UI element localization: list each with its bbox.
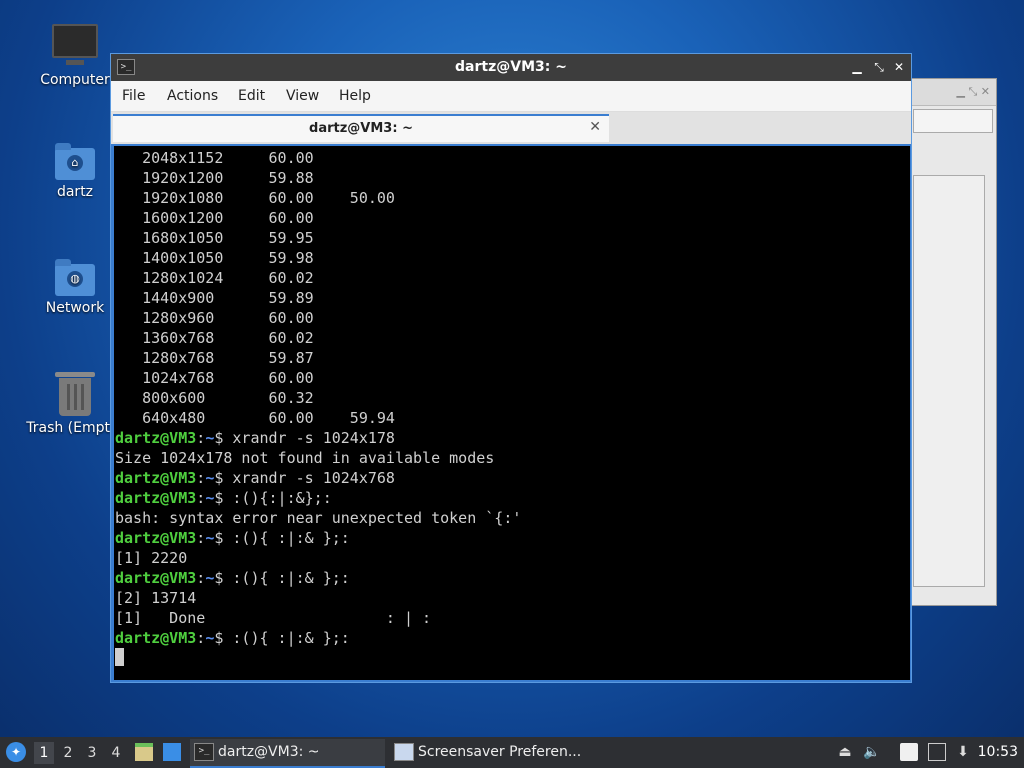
prompt-user: dartz@VM3 <box>115 429 197 447</box>
mode-line: 1360x768 60.02 <box>115 329 314 347</box>
task-screensaver[interactable]: Screensaver Preferen... <box>390 739 590 766</box>
terminal-icon: >_ <box>194 743 214 761</box>
menu-view[interactable]: View <box>286 88 319 104</box>
menu-file[interactable]: File <box>122 88 145 104</box>
screensaver-icon <box>394 743 414 761</box>
output-line: [1] 2220 <box>115 549 188 567</box>
network-tray-icon[interactable] <box>928 743 946 761</box>
tab-label: dartz@VM3: ~ <box>309 121 413 136</box>
tab-terminal[interactable]: dartz@VM3: ~ ✕ <box>113 114 609 142</box>
mode-line: 640x480 60.00 59.94 <box>115 409 395 427</box>
trash-icon <box>55 372 95 416</box>
terminal-window[interactable]: >_ dartz@VM3: ~ ▁ ⤡ ✕ File Actions Edit … <box>110 53 912 683</box>
mode-line: 1920x1200 59.88 <box>115 169 314 187</box>
workspace-1[interactable]: 1 <box>34 742 54 764</box>
task-label: dartz@VM3: ~ <box>218 744 320 760</box>
terminal-output[interactable]: 2048x1152 60.00 1920x1200 59.88 1920x108… <box>114 146 910 680</box>
workspace-4[interactable]: 4 <box>106 742 126 764</box>
output-line: bash: syntax error near unexpected token… <box>115 509 522 527</box>
menubar: File Actions Edit View Help <box>111 81 911 112</box>
task-label: Screensaver Preferen... <box>418 744 582 760</box>
volume-icon[interactable]: 🔈 <box>863 743 881 761</box>
command-line: :(){ :|:& };: <box>232 569 350 587</box>
command-line: :(){ :|:& };: <box>232 529 350 547</box>
close-button[interactable]: ✕ <box>890 58 908 76</box>
output-line: [1] Done : | : <box>115 609 432 627</box>
minimize-button[interactable]: ▁ <box>848 58 866 76</box>
workspace-2[interactable]: 2 <box>58 742 78 764</box>
screensaver-panel <box>913 109 993 133</box>
output-line: Size 1024x178 not found in available mod… <box>115 449 495 467</box>
menu-edit[interactable]: Edit <box>238 88 265 104</box>
mode-line: 1920x1080 60.00 50.00 <box>115 189 395 207</box>
mode-line: 1024x768 60.00 <box>115 369 314 387</box>
tab-close-icon[interactable]: ✕ <box>589 119 601 135</box>
start-menu-button[interactable]: ✦ <box>6 742 26 762</box>
mode-line: 1280x960 60.00 <box>115 309 314 327</box>
output-line: [2] 13714 <box>115 589 197 607</box>
network-folder-icon: ◍ <box>55 259 95 296</box>
task-terminal[interactable]: >_ dartz@VM3: ~ <box>190 739 385 768</box>
computer-icon <box>52 24 98 65</box>
home-folder-icon: ⌂ <box>55 143 95 180</box>
command-line: :(){:|:&};: <box>232 489 332 507</box>
mode-line: 1440x900 59.89 <box>115 289 314 307</box>
mode-line: 2048x1152 60.00 <box>115 149 314 167</box>
show-desktop-icon[interactable] <box>163 743 181 761</box>
menu-help[interactable]: Help <box>339 88 371 104</box>
mode-line: 1680x1050 59.95 <box>115 229 314 247</box>
screensaver-preview <box>913 175 985 587</box>
taskbar: ✦ 1 2 3 4 >_ dartz@VM3: ~ Screensaver Pre… <box>0 737 1024 768</box>
terminal-text: 2048x1152 60.00 1920x1200 59.88 1920x108… <box>114 146 910 668</box>
command-line: xrandr -s 1024x768 <box>232 469 395 487</box>
tab-bar: dartz@VM3: ~ ✕ <box>111 112 911 144</box>
mode-line: 1600x1200 60.00 <box>115 209 314 227</box>
command-line: xrandr -s 1024x178 <box>232 429 395 447</box>
screensaver-window[interactable]: ▁ ⤡ ✕ <box>900 78 997 606</box>
update-notifier-icon[interactable]: ⬇ <box>954 743 972 761</box>
window-title: dartz@VM3: ~ <box>455 59 567 75</box>
command-line: :(){ :|:& };: <box>232 629 350 647</box>
mode-line: 1280x768 59.87 <box>115 349 314 367</box>
clipboard-icon[interactable] <box>900 743 918 761</box>
clock[interactable]: 10:53 <box>978 737 1018 768</box>
mode-line: 1400x1050 59.98 <box>115 249 314 267</box>
text-cursor <box>115 648 124 666</box>
workspace-3[interactable]: 3 <box>82 742 102 764</box>
mode-line: 1280x1024 60.02 <box>115 269 314 287</box>
maximize-button[interactable]: ⤡ <box>870 58 888 76</box>
screensaver-window-titlebar[interactable]: ▁ ⤡ ✕ <box>901 79 996 106</box>
menu-actions[interactable]: Actions <box>167 88 218 104</box>
file-manager-launcher-icon[interactable] <box>135 743 153 761</box>
upload-tray-icon[interactable]: ⏏ <box>836 743 854 761</box>
window-titlebar[interactable]: >_ dartz@VM3: ~ ▁ ⤡ ✕ <box>111 54 911 81</box>
mode-line: 800x600 60.32 <box>115 389 314 407</box>
